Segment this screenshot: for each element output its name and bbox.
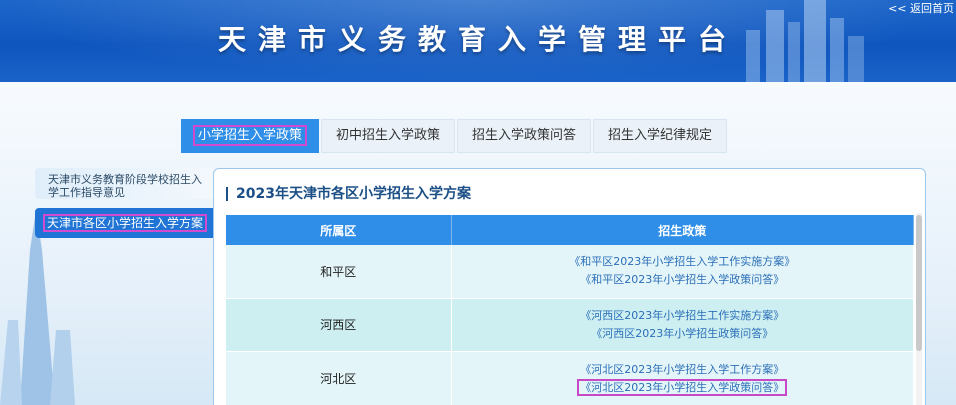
policy-link[interactable]: 《和平区2023年小学招生入学工作实施方案》 <box>452 253 914 271</box>
back-home-link[interactable]: << 返回首页 <box>888 0 954 16</box>
policy-link[interactable]: 《河西区2023年小学招生政策问答》 <box>452 325 914 343</box>
policy-links-cell: 《和平区2023年小学招生入学工作实施方案》 《和平区2023年小学招生入学政策… <box>451 245 914 299</box>
sidebar-item-label: 天津市各区小学招生入学方案 <box>42 214 208 232</box>
district-cell: 和平区 <box>226 245 452 299</box>
tab-primary-policy[interactable]: 小学招生入学政策 <box>181 119 320 153</box>
panel-title: 2023年天津市各区小学招生入学方案 <box>226 187 471 201</box>
content-panel: 2023年天津市各区小学招生入学方案 所属区 招生政策 和平区 《和平区2023… <box>213 168 926 405</box>
policy-link-label: 《河北区2023年小学招生入学政策问答》 <box>577 378 788 396</box>
policy-link-highlighted[interactable]: 《河北区2023年小学招生入学政策问答》 <box>452 378 914 397</box>
site-header: 天津市义务教育入学管理平台 << 返回首页 <box>0 0 956 82</box>
policy-links-cell: 《河西区2023年小学招生工作实施方案》 《河西区2023年小学招生政策问答》 <box>451 298 914 352</box>
policy-tabs: 小学招生入学政策 初中招生入学政策 招生入学政策问答 招生入学纪律规定 <box>181 119 729 153</box>
tab-policy-qa[interactable]: 招生入学政策问答 <box>457 119 592 153</box>
sidebar-item-district-plans[interactable]: 天津市各区小学招生入学方案 <box>35 208 213 238</box>
column-header-policy: 招生政策 <box>451 215 914 245</box>
tab-label: 小学招生入学政策 <box>192 125 308 146</box>
policy-link[interactable]: 《河西区2023年小学招生工作实施方案》 <box>452 307 914 325</box>
policy-links-cell: 《河北区2023年小学招生入学工作方案》 《河北区2023年小学招生入学政策问答… <box>451 351 914 405</box>
policy-table: 所属区 招生政策 和平区 《和平区2023年小学招生入学工作实施方案》 《和平区… <box>226 215 914 405</box>
policy-link[interactable]: 《和平区2023年小学招生入学政策问答》 <box>452 271 914 289</box>
column-header-district: 所属区 <box>226 215 452 245</box>
sidebar: 天津市义务教育阶段学校招生入学工作指导意见 天津市各区小学招生入学方案 <box>35 168 213 238</box>
sidebar-item-guidance[interactable]: 天津市义务教育阶段学校招生入学工作指导意见 <box>35 168 213 199</box>
tab-middle-policy[interactable]: 初中招生入学政策 <box>321 119 456 153</box>
district-cell: 河北区 <box>226 351 452 405</box>
policy-link[interactable]: 《河北区2023年小学招生入学工作方案》 <box>452 361 914 379</box>
table-row: 和平区 《和平区2023年小学招生入学工作实施方案》 《和平区2023年小学招生… <box>226 245 914 299</box>
table-row: 河西区 《河西区2023年小学招生工作实施方案》 《河西区2023年小学招生政策… <box>226 298 914 352</box>
tower-graphic <box>0 210 75 405</box>
district-cell: 河西区 <box>226 298 452 352</box>
page-title: 天津市义务教育入学管理平台 <box>217 23 738 56</box>
table-row: 河北区 《河北区2023年小学招生入学工作方案》 《河北区2023年小学招生入学… <box>226 351 914 405</box>
scrollbar-thumb[interactable] <box>916 215 922 351</box>
tab-discipline-rules[interactable]: 招生入学纪律规定 <box>593 119 728 153</box>
